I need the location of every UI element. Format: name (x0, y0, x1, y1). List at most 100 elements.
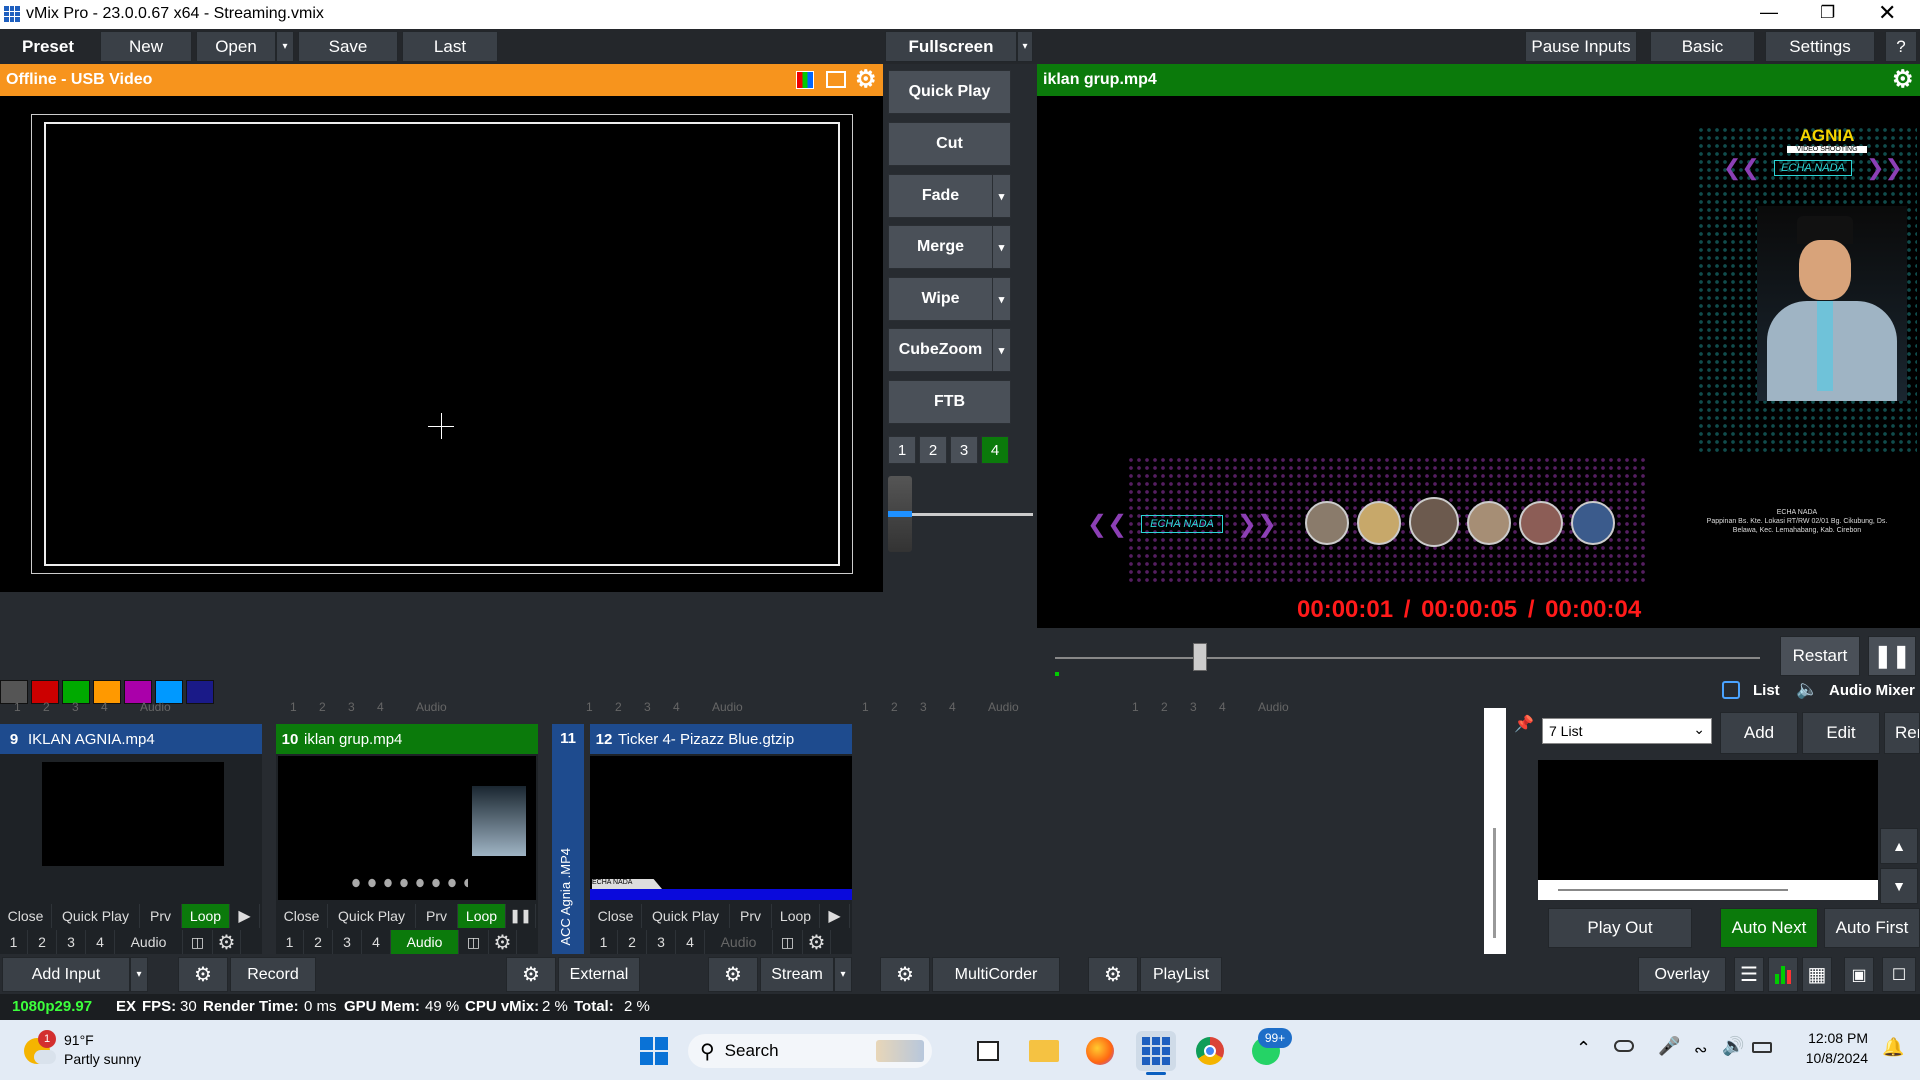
strip-number-3[interactable]: 3 (72, 700, 79, 714)
play-icon[interactable]: ▶ (820, 904, 850, 928)
strip-number-4[interactable]: 4 (1219, 700, 1226, 714)
overlay-3-button[interactable]: 3 (57, 930, 86, 954)
strip-number-4[interactable]: 4 (673, 700, 680, 714)
loop-button[interactable]: Loop (772, 904, 820, 928)
transition-number-3[interactable]: 3 (950, 436, 978, 464)
program-settings-gear-icon[interactable]: ⚙ (1892, 65, 1914, 94)
playlist-button[interactable]: PlayList (1140, 957, 1222, 992)
windows-start-icon[interactable] (634, 1031, 674, 1071)
overlay-1-button[interactable]: 1 (276, 930, 304, 954)
strip-number-1[interactable]: 1 (586, 700, 593, 714)
open-dropdown-icon[interactable]: ▾ (276, 31, 294, 62)
tray-chevron-up-icon[interactable]: ⌃ (1576, 1038, 1591, 1059)
restart-button[interactable]: Restart (1780, 636, 1860, 676)
playlist-hscroll[interactable] (1538, 880, 1878, 900)
overlay-4-button[interactable]: 4 (676, 930, 705, 954)
play-out-button[interactable]: Play Out (1548, 908, 1692, 948)
overlay-1-button[interactable]: 1 (0, 930, 28, 954)
snapshot-icon[interactable]: ▣ (1844, 957, 1874, 992)
overlay-4-button[interactable]: 4 (86, 930, 115, 954)
strip-number-2[interactable]: 2 (615, 700, 622, 714)
stream-dropdown-icon[interactable]: ▾ (834, 957, 852, 992)
loop-button[interactable]: Loop (182, 904, 230, 928)
weather-widget[interactable]: 1 91°F Partly sunny (20, 1030, 180, 1072)
close-icon[interactable]: ✕ (1878, 0, 1896, 26)
input-header[interactable]: 12 Ticker 4- Pizazz Blue.gtzip (590, 724, 852, 754)
cubezoom-button[interactable]: CubeZoom ▾ (888, 328, 1011, 372)
ftb-button[interactable]: FTB (888, 380, 1011, 424)
vmix-taskbar-icon[interactable] (1136, 1031, 1176, 1071)
play-icon[interactable]: ▶ (230, 904, 260, 928)
tab-audio-mixer[interactable]: Audio Mixer (1829, 682, 1915, 699)
external-gear-icon[interactable]: ⚙ (506, 957, 556, 992)
external-button[interactable]: External (558, 957, 640, 992)
overlay-2-button[interactable]: 2 (28, 930, 57, 954)
prv-button[interactable]: Prv (730, 904, 772, 928)
multicorder-button[interactable]: MultiCorder (932, 957, 1060, 992)
scroll-down-icon[interactable]: ▼ (1880, 868, 1918, 904)
tray-cloud-icon[interactable] (1614, 1040, 1634, 1052)
settings-button[interactable]: Settings (1765, 31, 1875, 62)
loop-button[interactable]: Loop (458, 904, 506, 928)
merge-dropdown-icon[interactable]: ▾ (992, 226, 1010, 268)
monitor-icon[interactable]: ◫ (773, 930, 803, 954)
quick-play-button[interactable]: Quick Play (888, 70, 1011, 114)
strip-number-2[interactable]: 2 (1161, 700, 1168, 714)
transition-number-4[interactable]: 4 (981, 436, 1009, 464)
transition-number-2[interactable]: 2 (919, 436, 947, 464)
input-tile-12[interactable]: 12 Ticker 4- Pizazz Blue.gtzip ECHA NADA… (590, 724, 852, 954)
pin-icon[interactable]: 📌 (1514, 714, 1534, 734)
new-button[interactable]: New (100, 31, 192, 62)
close-button[interactable]: Close (0, 904, 52, 928)
pause-inputs-button[interactable]: Pause Inputs (1525, 31, 1637, 62)
strip-audio[interactable]: Audio (140, 700, 171, 714)
lock-icon[interactable]: ☐ (1882, 957, 1916, 992)
multiview-grid-icon[interactable]: ▦ (1802, 957, 1832, 992)
strip-number-3[interactable]: 3 (644, 700, 651, 714)
seek-bar-track[interactable] (1055, 657, 1760, 659)
prv-button[interactable]: Prv (416, 904, 458, 928)
audio-button[interactable]: Audio (705, 930, 773, 954)
chrome-icon[interactable] (1190, 1031, 1230, 1071)
wipe-button[interactable]: Wipe ▾ (888, 277, 1011, 321)
audio-button[interactable]: Audio (391, 930, 459, 954)
input-thumbnail[interactable]: ECHA NADA (590, 756, 852, 900)
task-view-icon[interactable] (968, 1031, 1008, 1071)
multicorder-gear-icon[interactable]: ⚙ (880, 957, 930, 992)
last-button[interactable]: Last (402, 31, 498, 62)
safe-area-icon[interactable] (826, 71, 846, 88)
quick-play-button[interactable]: Quick Play (642, 904, 730, 928)
record-gear-icon[interactable]: ⚙ (178, 957, 228, 992)
fullscreen-button[interactable]: Fullscreen (885, 31, 1017, 62)
input-tile-10[interactable]: 10 iklan grup.mp4 Close Quick Play Prv L… (276, 724, 538, 954)
input-tile-9[interactable]: 9 IKLAN AGNIA.mp4 Close Quick Play Prv L… (0, 724, 262, 954)
auto-next-button[interactable]: Auto Next (1720, 908, 1818, 948)
volume-icon[interactable]: 🔊 (1722, 1036, 1744, 1057)
input-tile-11[interactable]: 11 ACC Agnia .MP4 (552, 724, 584, 954)
input-thumbnail[interactable] (42, 762, 224, 866)
preview-screen[interactable] (0, 96, 883, 592)
speaker-icon[interactable]: 🔈 (1796, 679, 1818, 700)
quick-play-button[interactable]: Quick Play (328, 904, 416, 928)
audio-levels-icon[interactable] (1768, 957, 1798, 992)
playlist-area[interactable] (1538, 760, 1878, 900)
strip-audio[interactable]: Audio (988, 700, 1019, 714)
notification-bell-icon[interactable]: 🔔 (1882, 1037, 1904, 1058)
strip-number-4[interactable]: 4 (101, 700, 108, 714)
pause-icon[interactable]: ❚❚ (506, 904, 536, 928)
input-gear-icon[interactable]: ⚙ (803, 930, 831, 954)
firefox-icon[interactable] (1080, 1031, 1120, 1071)
strip-audio[interactable]: Audio (1258, 700, 1289, 714)
cubezoom-dropdown-icon[interactable]: ▾ (992, 329, 1010, 371)
input-thumbnail[interactable] (278, 756, 536, 900)
strip-number-2[interactable]: 2 (43, 700, 50, 714)
quick-play-button[interactable]: Quick Play (52, 904, 140, 928)
strip-number-1[interactable]: 1 (862, 700, 869, 714)
battery-icon[interactable] (1752, 1042, 1772, 1053)
list-icon[interactable] (1722, 681, 1740, 699)
edit-button[interactable]: Edit (1802, 712, 1880, 754)
color-bars-icon[interactable] (796, 71, 814, 89)
input-header[interactable]: 10 iklan grup.mp4 (276, 724, 538, 754)
strip-number-2[interactable]: 2 (319, 700, 326, 714)
scroll-up-icon[interactable]: ▲ (1880, 828, 1918, 864)
